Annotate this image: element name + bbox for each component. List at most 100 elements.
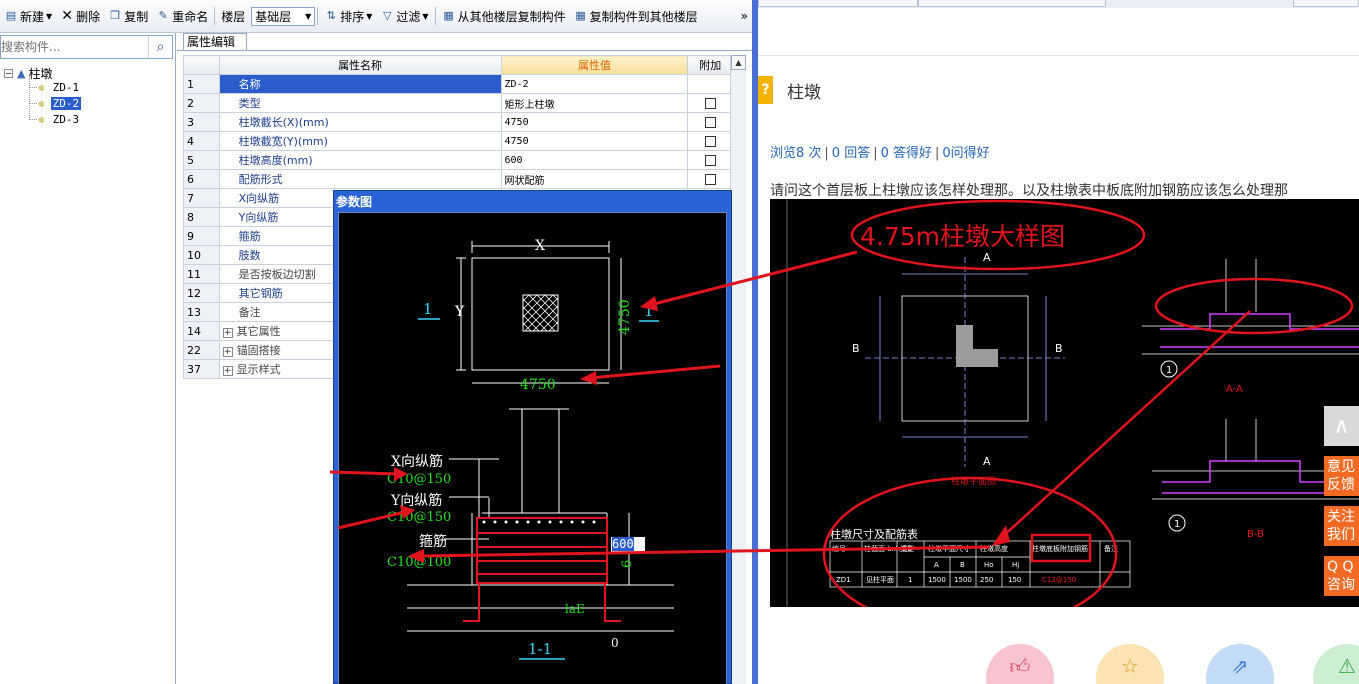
expand-icon[interactable]: + [222,328,233,338]
property-extra [687,150,733,170]
row-number: 6 [183,169,220,189]
property-name-label: 类型 [238,97,261,110]
rebar-dot [526,520,530,524]
table-subheader-cell: Ho [984,561,994,569]
property-value[interactable]: 矩形上柱墩 [500,93,689,113]
rebar-dot [548,520,552,524]
search-icon[interactable]: ⌕ [148,36,172,58]
height-dim-label: 6 [620,560,635,568]
property-value[interactable]: 4750 [500,131,689,151]
property-value[interactable]: 600 [500,150,689,170]
favorite-button[interactable]: ☆ [1096,644,1164,684]
like-button[interactable]: 👍︎ [986,644,1054,684]
tree-item-zd-3[interactable]: ✲ ZD-3 [38,112,81,126]
property-name-label: 备注 [238,306,261,319]
property-name-header[interactable]: 属性名称 [218,55,502,75]
stirrup-value: C10@100 [387,555,451,570]
sort-button[interactable]: ⇅ 排序 ▼ [320,5,376,27]
extra-checkbox[interactable] [704,174,716,185]
property-name-label: 柱墩截宽(Y)(mm) [238,135,328,148]
property-extra-header[interactable]: 附加 [687,55,733,75]
property-row[interactable]: 5 柱墩高度(mm) 600 [183,150,733,170]
toolbar-overflow-button[interactable]: » [741,9,752,23]
report-button[interactable]: ⚠ [1313,644,1359,684]
extra-checkbox[interactable] [704,136,716,147]
property-name: 配筋形式 [218,169,502,189]
floor-select-value: 基础层 [255,9,292,24]
back-to-top-icon[interactable]: ∧ [1324,406,1359,446]
section-mark-right: 1 [644,302,654,320]
property-row[interactable]: 1 名称 ZD-2 [183,74,733,94]
rebar-dot [592,520,596,524]
property-value-header[interactable]: 属性值 [500,55,689,75]
property-name-label: 其它属性 [236,325,281,338]
property-name-label: 名称 [238,78,261,91]
collapse-icon[interactable]: − [4,69,13,78]
annotation-ellipse [822,476,1118,607]
rebar-dot [504,520,508,524]
property-extra [687,169,733,189]
browser-tab[interactable] [1293,0,1359,7]
tree-item-zd-2[interactable]: ✲ ZD-2 [38,96,82,110]
chevron-down-icon: ▼ [366,11,373,21]
question-image[interactable]: A A B B 柱墩平面图 A-A B-B 1 1 柱墩尺寸及配筋表 编号 柱截… [770,199,1359,607]
annotation-arrow-line [999,310,1251,540]
property-grid-header: 属性名称 属性值 附加 [183,55,733,75]
property-name-label: 锚固搭接 [236,344,281,357]
stats-separator: | [935,146,940,161]
chevron-down-icon: ▼ [46,11,53,21]
row-number: 7 [183,188,220,208]
good-answer-count[interactable]: 0 答得好 [881,146,932,161]
extra-checkbox[interactable] [704,98,716,109]
component-search: ⌕ [0,35,173,59]
table-cell: 150 [1008,576,1021,584]
scroll-up-icon[interactable]: ▲ [731,55,746,70]
property-row[interactable]: 2 类型 矩形上柱墩 [183,93,733,113]
toolbar-separator [434,7,436,25]
good-question-count[interactable]: 0问得好 [942,146,989,161]
property-row[interactable]: 3 柱墩截长(X)(mm) 4750 [183,112,733,132]
property-value[interactable]: 网状配筋 [500,169,689,189]
rebar-dot [515,520,519,524]
copy-to-floor-button[interactable]: ▦ 复制构件到其他楼层 [570,5,702,27]
follow-button[interactable]: 关注 我们 [1324,506,1359,546]
copy-from-floor-button[interactable]: ▦ 从其他楼层复制构件 [438,5,570,27]
floor-select[interactable]: 基础层 ▼ [251,6,316,26]
property-scrollbar[interactable]: ▲ [730,55,746,684]
expand-icon[interactable]: + [222,347,233,357]
tree-item-zd-1[interactable]: ✲ ZD-1 [38,80,81,94]
extra-checkbox[interactable] [704,117,716,128]
property-name: 名称 [218,74,502,94]
extra-checkbox[interactable] [704,155,716,166]
delete-button[interactable]: ✕ 删除 [56,5,104,27]
page-header-area [758,8,1359,56]
share-button[interactable]: ⇗ [1206,644,1274,684]
property-value[interactable]: ZD-2 [500,74,689,94]
component-search-input[interactable] [1,36,149,58]
qq-consult-button[interactable]: Q Q 咨询 [1324,556,1359,596]
answer-count[interactable]: 0 回答 [832,146,870,161]
copy-to-floor-icon: ▦ [575,9,586,22]
height-value-input[interactable]: 600 [611,537,645,552]
property-value[interactable]: 4750 [500,112,689,132]
tab-property-editor[interactable]: 属性编辑 [183,33,247,51]
filter-button[interactable]: ▽ 过滤 ▼ [376,5,432,27]
height-value-text: 600 [612,537,634,551]
browser-tab[interactable] [758,0,918,7]
property-name-label: 肢数 [238,249,261,262]
column-hatch [522,294,559,332]
feedback-button[interactable]: 意见 反馈 [1324,456,1359,496]
property-row[interactable]: 6 配筋形式 网状配筋 [183,169,733,189]
new-button[interactable]: ▤ 新建 ▼ [0,5,56,27]
section-mark-left: 1 [423,300,433,318]
chevron-down-icon: ▼ [305,11,312,21]
rebar-dot [482,520,486,524]
rename-button[interactable]: ✎ 重命名 [152,5,212,27]
copy-button[interactable]: ❐ 复制 [104,5,152,27]
delete-label: 删除 [76,9,101,24]
property-row[interactable]: 4 柱墩截宽(Y)(mm) 4750 [183,131,733,151]
tab-divider [177,50,752,51]
browser-tab[interactable] [918,0,1106,7]
marker-text: 1 [1174,519,1180,530]
expand-icon[interactable]: + [222,366,233,376]
